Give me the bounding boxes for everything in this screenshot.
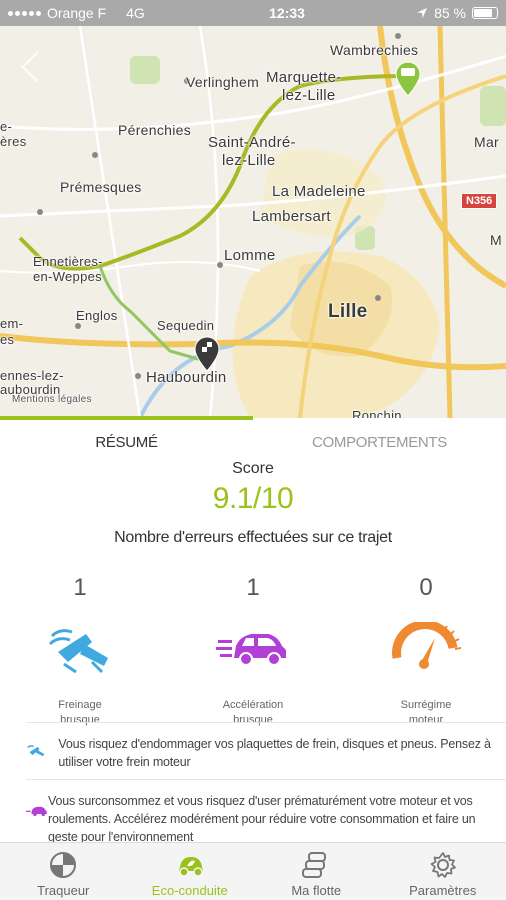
nav-settings-label: Paramètres <box>409 883 477 898</box>
map-label-verlinghem: Verlinghem <box>186 74 260 90</box>
map-label-ennetieres: Ennetières- <box>33 254 103 269</box>
map-label-sequedin: Sequedin <box>157 318 215 333</box>
tab-bar: RÉSUMÉ COMPORTEMENTS <box>0 428 506 458</box>
status-right: 85 % <box>416 5 498 21</box>
engine-overrev-count: 0 <box>419 574 433 601</box>
status-bar: Orange F 4G 12:33 85 % <box>0 0 506 26</box>
stat-harsh-acceleration: 1 Accélération brusque <box>178 574 328 728</box>
nav-tracker[interactable]: Traqueur <box>0 843 127 900</box>
map-label-m-right: M <box>490 232 502 248</box>
harsh-braking-count: 1 <box>73 574 87 601</box>
map-label-englos: Englos <box>76 308 118 323</box>
map-label-eres: ères <box>0 134 27 149</box>
settings-gear-icon <box>430 852 456 878</box>
map-label-perenchies: Pérenchies <box>118 122 192 138</box>
map-label-saint-andre: Saint-André- <box>208 134 296 151</box>
map-label-lomme: Lomme <box>224 247 276 264</box>
map-label-la-madeleine: La Madeleine <box>272 183 366 200</box>
battery-percent: 85 % <box>434 5 466 21</box>
map-label-em: em- <box>0 316 24 331</box>
road-sign-n356: N356 <box>461 193 498 209</box>
nav-tracker-label: Traqueur <box>37 883 90 898</box>
fleet-icon <box>302 852 327 878</box>
nav-settings[interactable]: Paramètres <box>380 843 506 900</box>
map-label-haubourdin: Haubourdin <box>146 369 227 386</box>
map-label-marquette-2: lez-Lille <box>282 87 336 104</box>
carrier-name: Orange F <box>47 5 107 21</box>
map-label-lille: Lille <box>328 301 368 322</box>
advice-braking: Vous risquez d'endommager vos plaquettes… <box>26 722 506 778</box>
eco-driving-icon <box>178 857 203 877</box>
stat-harsh-braking: 1 Freinage brusque <box>5 574 155 728</box>
map-label-saint-andre-2: lez-Lille <box>222 152 276 169</box>
errors-title: Nombre d'erreurs effectuées sur ce traje… <box>114 529 392 546</box>
stat-engine-overrev: 0 Surrégime moteur <box>351 574 501 728</box>
legal-mentions-link[interactable]: Mentions légales <box>12 392 92 408</box>
network-type: 4G <box>126 5 145 21</box>
tab-summary[interactable]: RÉSUMÉ <box>0 428 253 458</box>
tab-indicator <box>0 416 253 420</box>
nav-eco-driving-label: Eco-conduite <box>151 883 228 898</box>
tab-behaviors[interactable]: COMPORTEMENTS <box>253 428 506 458</box>
braking-small-icon <box>26 723 58 778</box>
nav-eco-driving[interactable]: Eco-conduite <box>127 843 254 900</box>
braking-icon <box>5 616 155 680</box>
rpm-gauge-icon <box>351 616 501 680</box>
trip-map[interactable]: Wambrechies Verlinghem Marquette- lez-Li… <box>0 26 506 418</box>
map-label-mar: Mar <box>474 134 500 150</box>
advice-acceleration-text: Vous surconsommez et vous risquez d'user… <box>48 794 476 842</box>
status-time: 12:33 <box>269 5 305 21</box>
tracker-icon <box>50 852 77 878</box>
battery-icon <box>472 7 498 19</box>
score-value: 9.1/10 <box>212 482 294 515</box>
map-label-wambrechies: Wambrechies <box>330 42 419 58</box>
nav-fleet-label: Ma flotte <box>291 883 342 898</box>
advice-braking-text: Vous risquez d'endommager vos plaquettes… <box>58 737 491 769</box>
bottom-navigation: Traqueur Eco-conduite Ma flotte Paramètr… <box>0 842 506 900</box>
map-label-e-left: e- <box>0 119 13 134</box>
nav-fleet[interactable]: Ma flotte <box>253 843 380 900</box>
harsh-acceleration-count: 1 <box>246 574 260 601</box>
map-label-ronchin: Ronchin <box>352 408 402 418</box>
score-label: Score <box>232 460 274 477</box>
map-label-premesques: Prémesques <box>60 179 142 195</box>
acceleration-small-icon <box>26 780 48 842</box>
acceleration-icon <box>178 616 328 680</box>
map-label-es: es <box>0 332 15 347</box>
location-arrow-icon <box>417 8 428 18</box>
signal-strength-icon <box>8 10 41 16</box>
map-label-marquette: Marquette- <box>266 69 342 86</box>
advice-acceleration: Vous surconsommez et vous risquez d'user… <box>26 779 506 842</box>
map-label-ennetieres-2: en-Weppes <box>33 269 102 284</box>
map-label-lambersart: Lambersart <box>252 208 331 225</box>
